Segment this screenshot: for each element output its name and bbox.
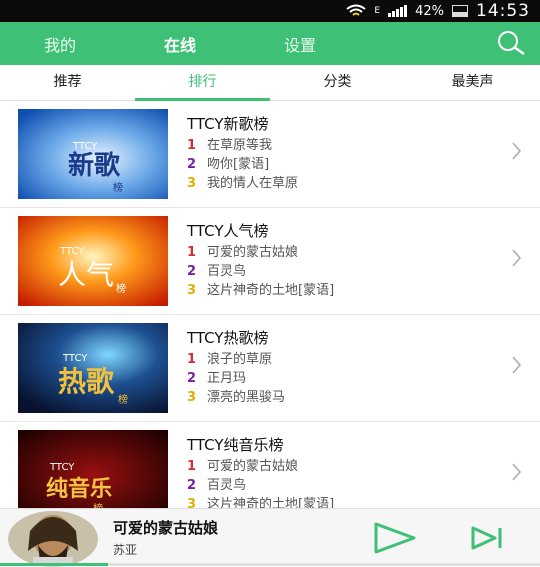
signal-icon xyxy=(388,5,408,17)
clock: 14:53 xyxy=(476,1,530,21)
tab-recommend[interactable]: 推荐 xyxy=(0,65,135,100)
chart-row-popular[interactable]: TTCY 人气 榜 TTCY人气榜 1 可爱的蒙古姑娘 2 百灵鸟 3 这片神奇的土地… xyxy=(0,208,540,315)
chevron-right-icon xyxy=(512,249,521,267)
tab-settings[interactable]: 设置 xyxy=(240,32,360,56)
list-item: 1 可爱的蒙古姑娘 xyxy=(187,245,299,260)
skip-next-icon[interactable] xyxy=(470,525,504,551)
list-item: 1 浪子的草原 xyxy=(187,352,273,367)
album-art[interactable] xyxy=(8,511,98,567)
list-item: 2 百灵鸟 xyxy=(187,264,247,279)
tab-online[interactable]: 在线 xyxy=(120,32,240,56)
chart-cover: TTCY 新歌 榜 xyxy=(18,109,168,199)
wifi-icon xyxy=(346,4,367,16)
network-type: E xyxy=(374,6,381,16)
chevron-right-icon xyxy=(512,356,521,374)
play-icon[interactable] xyxy=(372,521,418,555)
search-icon[interactable] xyxy=(496,30,526,56)
now-playing-artist: 苏亚 xyxy=(113,543,138,557)
now-playing-title: 可爱的蒙古姑娘 xyxy=(113,519,219,537)
svg-text:新歌: 新歌 xyxy=(68,150,121,181)
list-item: 2 正月玛 xyxy=(187,371,247,386)
svg-text:热歌: 热歌 xyxy=(58,365,115,398)
list-item: 1 可爱的蒙古姑娘 xyxy=(187,459,299,474)
battery-icon xyxy=(452,5,468,17)
svg-text:纯音乐: 纯音乐 xyxy=(46,476,112,502)
svg-text:TTCY: TTCY xyxy=(59,246,85,257)
chevron-right-icon xyxy=(512,463,521,481)
list-item: 3 漂亮的黑骏马 xyxy=(187,390,286,405)
chart-title: TTCY新歌榜 xyxy=(187,115,269,133)
mini-player: 可爱的蒙古姑娘 苏亚 xyxy=(0,508,540,567)
chart-row-hot[interactable]: TTCY 热歌 榜 TTCY热歌榜 1 浪子的草原 2 正月玛 3 漂亮的黑骏马 xyxy=(0,315,540,422)
svg-text:榜: 榜 xyxy=(116,282,126,295)
chart-cover: TTCY 热歌 榜 xyxy=(18,323,168,413)
list-item: 1 在草原等我 xyxy=(187,138,273,153)
svg-text:TTCY: TTCY xyxy=(49,462,75,473)
tab-mine[interactable]: 我的 xyxy=(0,32,120,56)
tab-category[interactable]: 分类 xyxy=(270,65,405,100)
chart-title: TTCY人气榜 xyxy=(187,222,269,240)
chart-cover: TTCY 纯音乐 榜 xyxy=(18,430,168,520)
list-item: 2 百灵鸟 xyxy=(187,478,247,493)
top-nav: 我的 在线 设置 xyxy=(0,22,540,65)
chevron-right-icon xyxy=(512,142,521,160)
svg-text:榜: 榜 xyxy=(118,393,128,406)
svg-text:人气: 人气 xyxy=(58,258,114,291)
chart-title: TTCY热歌榜 xyxy=(187,329,269,347)
svg-text:榜: 榜 xyxy=(113,181,123,194)
list-item: 3 我的情人在草原 xyxy=(187,176,299,191)
status-bar: E 42% 14:53 xyxy=(0,0,540,22)
chart-list: TTCY 新歌 榜 TTCY新歌榜 1 在草原等我 2 吻你[蒙语] 3 我的情人在草… xyxy=(0,101,540,529)
tab-best-voice[interactable]: 最美声 xyxy=(405,65,540,100)
svg-text:TTCY: TTCY xyxy=(62,353,88,364)
battery-percent: 42% xyxy=(415,3,444,19)
list-item: 2 吻你[蒙语] xyxy=(187,157,270,172)
chart-title: TTCY纯音乐榜 xyxy=(187,436,284,454)
chart-cover: TTCY 人气 榜 xyxy=(18,216,168,306)
chart-row-new-songs[interactable]: TTCY 新歌 榜 TTCY新歌榜 1 在草原等我 2 吻你[蒙语] 3 我的情人在草… xyxy=(0,101,540,208)
list-item: 3 这片神奇的土地[蒙语] xyxy=(187,283,335,298)
tab-ranking[interactable]: 排行 xyxy=(135,65,270,100)
sub-tabs: 推荐 排行 分类 最美声 xyxy=(0,65,540,101)
